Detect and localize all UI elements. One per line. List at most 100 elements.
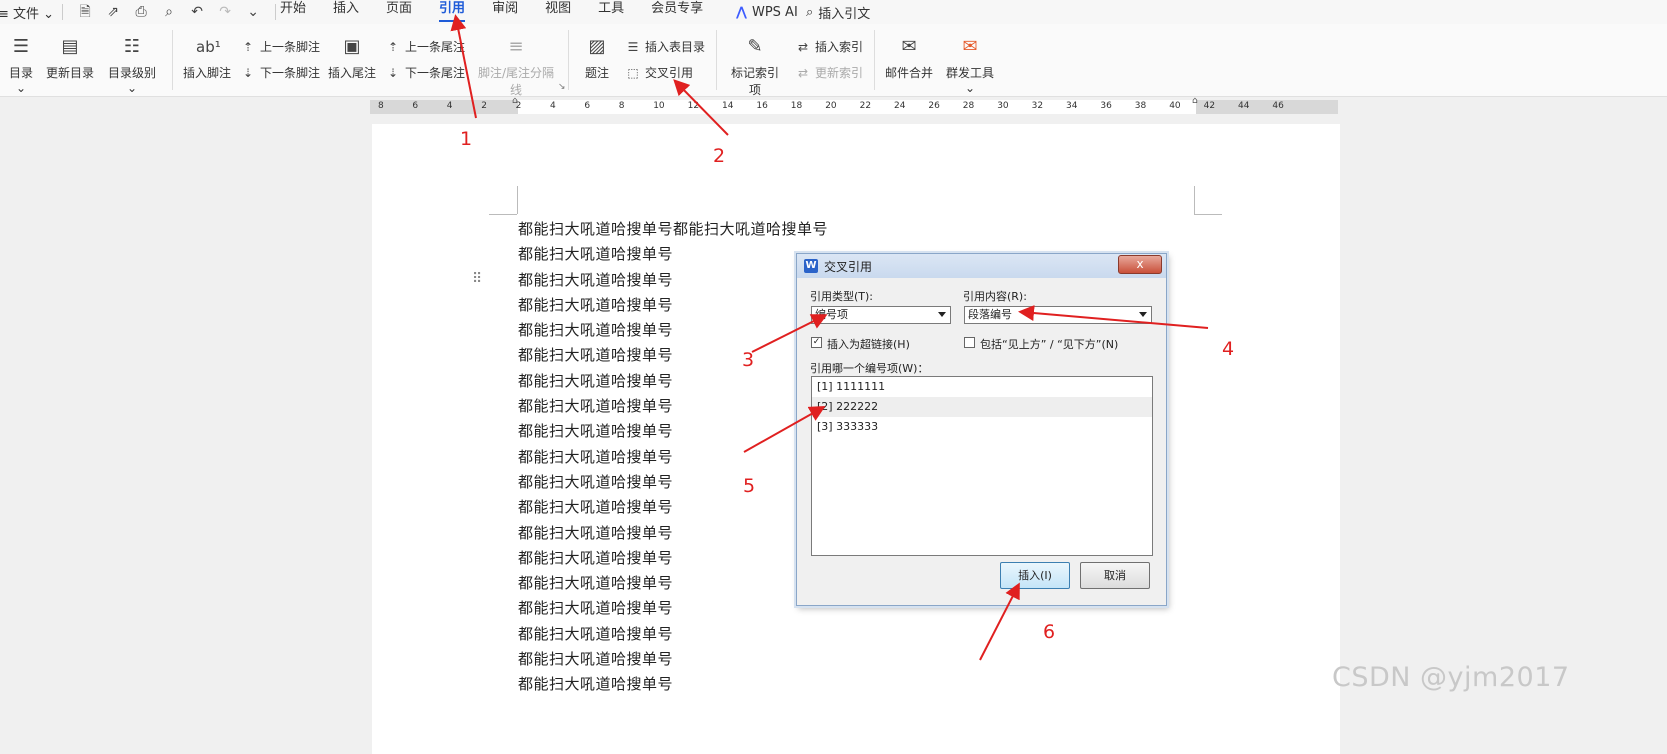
update-index-button[interactable]: ⇄ 更新索引 xyxy=(795,64,863,81)
divider xyxy=(716,30,717,90)
update-toc-icon: ▤ xyxy=(61,36,79,57)
document-line[interactable]: 都能扫大吼道哈搜单号 xyxy=(518,371,828,396)
include-above-below-checkbox[interactable] xyxy=(964,337,975,348)
document-line[interactable]: 都能扫大吼道哈搜单号 xyxy=(518,624,828,649)
dialog-title-bar[interactable]: W 交叉引用 x xyxy=(797,254,1166,278)
insert-button[interactable]: 插入(I) xyxy=(1000,562,1070,589)
document-line[interactable]: 都能扫大吼道哈搜单号 xyxy=(518,447,828,472)
cross-reference-button[interactable]: ⬚ 交叉引用 xyxy=(625,64,693,81)
undo-icon[interactable]: ↶ xyxy=(189,4,205,20)
annotation-number: 4 xyxy=(1222,338,1235,360)
ref-content-select[interactable]: 段落编号 xyxy=(964,306,1152,324)
group-send-button[interactable]: ✉ 群发工具⌄ xyxy=(941,36,999,95)
ruler-label: 4 xyxy=(550,101,556,111)
wps-ai-button[interactable]: ⋀ WPS AI xyxy=(736,0,798,24)
document-body[interactable]: 都能扫大吼道哈搜单号都能扫大吼道哈搜单号 都能扫大吼道哈搜单号 都能扫大吼道哈搜单号… xyxy=(518,219,828,700)
mark-index-entry-button[interactable]: ✎ 标记索引项 xyxy=(726,36,784,98)
insert-index-button[interactable]: ⇄ 插入索引 xyxy=(795,38,863,55)
annotation-number: 2 xyxy=(713,145,726,167)
prev-footnote-button[interactable]: ⇡ 上一条脚注 xyxy=(240,38,320,55)
ruler-label: 14 xyxy=(722,101,734,111)
toc-icon: ☰ xyxy=(12,36,30,57)
horizontal-ruler[interactable]: 8 6 4 2 2 4 6 8 10 12 14 16 18 20 22 24 26 28 30 32 34 36 38 40… xyxy=(370,96,1338,114)
dialog-body: 引用类型(T): 编号项 引用内容(R): 段落编号 ✓ 插入为超链接(H) 包… xyxy=(802,279,1161,599)
ref-type-select[interactable]: 编号项 xyxy=(811,306,951,324)
document-line[interactable]: 都能扫大吼道哈搜单号 xyxy=(518,523,828,548)
ruler-label: 36 xyxy=(1100,101,1112,111)
list-item[interactable]: [1] 1111111 xyxy=(812,377,1152,397)
redo-icon[interactable]: ↷ xyxy=(217,4,233,20)
right-indent-marker[interactable]: ⌂ xyxy=(1192,96,1200,118)
document-line[interactable]: 都能扫大吼道哈搜单号 xyxy=(518,649,828,674)
toc-level-icon: ☷ xyxy=(123,36,141,57)
ruler-label: 10 xyxy=(653,101,665,111)
cancel-button[interactable]: 取消 xyxy=(1080,562,1150,589)
tab-page[interactable]: 页面 xyxy=(386,0,412,24)
ref-content-label: 引用内容(R): xyxy=(963,290,1027,303)
document-line[interactable]: 都能扫大吼道哈搜单号 xyxy=(518,421,828,446)
tab-home[interactable]: 开始 xyxy=(280,0,306,24)
insert-endnote-button[interactable]: ▣ 插入尾注 xyxy=(328,36,376,81)
print-preview-icon[interactable]: ⌕ xyxy=(161,4,177,20)
chevron-down-icon[interactable]: ⌄ xyxy=(245,4,261,20)
file-menu[interactable]: ≡ 文件 ⌄ xyxy=(0,3,54,22)
next-footnote-button[interactable]: ⇣ 下一条脚注 xyxy=(240,64,320,81)
tab-references[interactable]: 引用 xyxy=(439,0,466,24)
document-line[interactable]: 都能扫大吼道哈搜单号 xyxy=(518,598,828,623)
hyperlink-checkbox[interactable]: ✓ xyxy=(811,337,822,348)
ruler-label: 44 xyxy=(1238,101,1250,111)
footnote-icon: ab¹ xyxy=(196,38,221,56)
tab-member[interactable]: 会员专享 xyxy=(651,0,703,24)
document-line[interactable]: 都能扫大吼道哈搜单号 xyxy=(518,396,828,421)
endnote-icon: ▣ xyxy=(343,36,361,57)
print-icon[interactable]: ⎙ xyxy=(133,4,149,20)
margin-corner xyxy=(1194,186,1195,214)
prev-endnote-button[interactable]: ⇡ 上一条尾注 xyxy=(385,38,465,55)
toc-button[interactable]: ☰ 目录⌄ xyxy=(4,36,38,95)
document-line[interactable]: 都能扫大吼道哈搜单号都能扫大吼道哈搜单号 xyxy=(518,219,828,244)
list-item[interactable]: [2] 222222 xyxy=(812,397,1152,417)
list-item[interactable]: [3] 333333 xyxy=(812,417,1152,437)
ruler-label: 6 xyxy=(412,101,419,111)
numbered-item-list[interactable]: [1] 1111111 [2] 222222 [3] 333333 xyxy=(811,376,1153,556)
document-line[interactable]: 都能扫大吼道哈搜单号 xyxy=(518,320,828,345)
note-separator-button[interactable]: ≡ 脚注/尾注分隔线 xyxy=(474,36,558,98)
document-line[interactable]: 都能扫大吼道哈搜单号 xyxy=(518,497,828,522)
export-pdf-icon[interactable]: ⇗ xyxy=(105,4,121,20)
indent-marker[interactable]: ⌂ xyxy=(512,96,520,118)
tab-insert[interactable]: 插入 xyxy=(333,0,359,24)
ruler-label: 4 xyxy=(446,101,453,111)
which-item-label: 引用哪一个编号项(W)： xyxy=(810,362,929,375)
ruler-label: 42 xyxy=(1203,101,1216,111)
update-toc-button[interactable]: ▤ 更新目录 xyxy=(46,36,94,81)
toc-level-button[interactable]: ☷ 目录级别⌄ xyxy=(104,36,160,95)
caption-button[interactable]: ▨ 题注 xyxy=(582,36,612,81)
tab-view[interactable]: 视图 xyxy=(545,0,571,24)
document-line[interactable]: 都能扫大吼道哈搜单号 xyxy=(518,548,828,573)
document-line[interactable]: 都能扫大吼道哈搜单号 xyxy=(518,674,828,699)
mail-merge-button[interactable]: ✉ 邮件合并 xyxy=(885,36,933,81)
insert-table-of-figures-button[interactable]: ☰ 插入表目录 xyxy=(625,38,705,55)
tab-tools[interactable]: 工具 xyxy=(598,0,624,24)
tab-review[interactable]: 审阅 xyxy=(492,0,518,24)
expand-group-icon[interactable]: ↘ xyxy=(558,82,566,92)
ruler-label: 6 xyxy=(584,101,591,111)
paragraph-drag-handle-icon[interactable]: ⠿ xyxy=(472,271,482,287)
document-line[interactable]: 都能扫大吼道哈搜单号 xyxy=(518,270,828,295)
save-icon[interactable]: 🗎 xyxy=(77,4,93,20)
insert-footnote-button[interactable]: ab¹ 插入脚注 xyxy=(183,36,231,81)
ruler-label: 38 xyxy=(1134,101,1147,111)
next-endnote-button[interactable]: ⇣ 下一条尾注 xyxy=(385,64,465,81)
document-line[interactable]: 都能扫大吼道哈搜单号 xyxy=(518,345,828,370)
annotation-number: 1 xyxy=(460,128,473,150)
annotation-number: 6 xyxy=(1043,621,1056,643)
insert-citation-button[interactable]: ⌕ 插入引文 xyxy=(806,0,870,24)
cross-reference-icon: ⬚ xyxy=(627,65,639,80)
document-line[interactable]: 都能扫大吼道哈搜单号 xyxy=(518,472,828,497)
document-line[interactable]: 都能扫大吼道哈搜单号 xyxy=(518,244,828,269)
mark-index-icon: ✎ xyxy=(747,36,763,57)
ruler-label: 18 xyxy=(790,101,803,111)
document-line[interactable]: 都能扫大吼道哈搜单号 xyxy=(518,295,828,320)
document-line[interactable]: 都能扫大吼道哈搜单号 xyxy=(518,573,828,598)
close-button[interactable]: x xyxy=(1118,255,1162,274)
